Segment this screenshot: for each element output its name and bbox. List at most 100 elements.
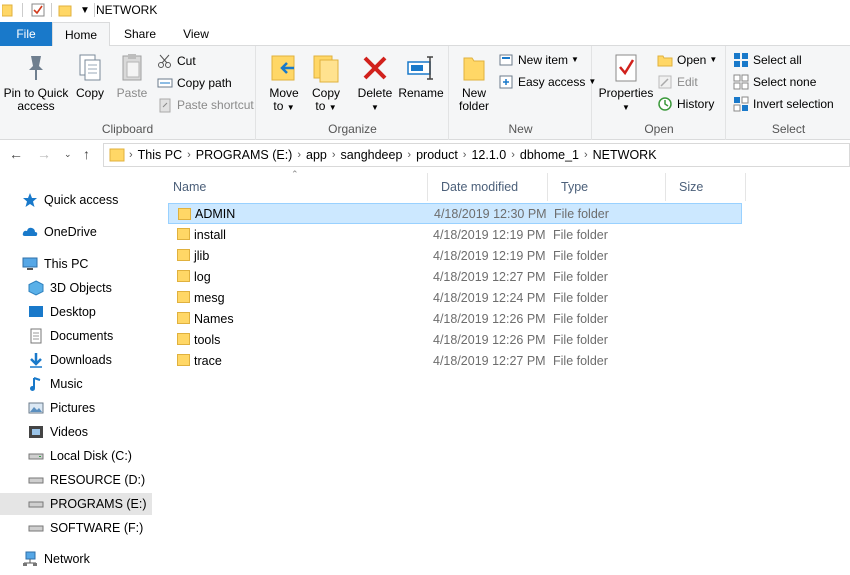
breadcrumb-separator-icon[interactable]: ›	[511, 149, 515, 161]
sidebar-item-onedrive[interactable]: OneDrive	[22, 221, 97, 243]
sidebar-item-music[interactable]: Music	[28, 373, 83, 395]
breadcrumb-separator-icon[interactable]: ›	[407, 149, 411, 161]
file-row[interactable]: trace 4/18/2019 12:27 PM File folder	[168, 350, 742, 371]
back-arrow-icon[interactable]: ←	[9, 146, 23, 162]
window-title: NETWORK	[96, 3, 158, 17]
new-folder-label-1: New	[461, 86, 486, 100]
edit-button[interactable]: Edit	[657, 72, 698, 92]
move-to-button[interactable]: Move to ▼	[265, 52, 303, 114]
copy-to-button[interactable]: Copy to ▼	[307, 52, 345, 114]
sidebar-item-local-disk-c[interactable]: Local Disk (C:)	[28, 445, 132, 467]
file-type: File folder	[553, 290, 608, 305]
forward-arrow-icon[interactable]: →	[37, 146, 51, 162]
breadcrumb-separator-icon[interactable]: ›	[187, 149, 191, 161]
column-header-size[interactable]: Size	[666, 173, 746, 201]
breadcrumb-product[interactable]: product	[416, 148, 458, 162]
breadcrumb-network[interactable]: NETWORK	[593, 148, 657, 162]
open-button[interactable]: Open ▼	[657, 50, 717, 70]
select-none-button[interactable]: Select none	[733, 72, 816, 92]
tab-view[interactable]: View	[168, 22, 224, 46]
file-name: tools	[194, 332, 221, 347]
download-arrow-icon	[30, 353, 42, 368]
breadcrumb-separator-icon[interactable]: ›	[129, 149, 133, 161]
file-row[interactable]: log 4/18/2019 12:27 PM File folder	[168, 266, 742, 287]
new-item-button[interactable]: New item ▼	[498, 50, 579, 70]
easy-access-button[interactable]: Easy access ▼	[498, 72, 596, 92]
delete-button[interactable]: Delete ▼	[355, 52, 395, 114]
sidebar-label: Desktop	[50, 305, 96, 319]
breadcrumb-version[interactable]: 12.1.0	[471, 148, 506, 162]
breadcrumb-dbhome[interactable]: dbhome_1	[520, 148, 579, 162]
cut-button[interactable]: Cut	[157, 51, 196, 71]
sidebar-item-downloads[interactable]: Downloads	[28, 349, 112, 371]
copy-path-button[interactable]: Copy path	[157, 73, 232, 93]
customize-toolbar-icon[interactable]: ▼	[80, 5, 90, 16]
select-group: Select all Select none Invert selection …	[727, 46, 850, 140]
sidebar-item-quick-access[interactable]: Quick access	[22, 189, 118, 211]
paste-button[interactable]: Paste	[112, 52, 152, 100]
sidebar-item-resource-d[interactable]: RESOURCE (D:)	[28, 469, 145, 491]
properties-icon[interactable]	[31, 3, 45, 17]
sidebar-item-desktop[interactable]: Desktop	[28, 301, 96, 323]
file-row[interactable]: install 4/18/2019 12:19 PM File folder	[168, 224, 742, 245]
select-all-button[interactable]: Select all	[733, 50, 802, 70]
paste-shortcut-label: Paste shortcut	[177, 98, 254, 112]
breadcrumb-app[interactable]: app	[306, 148, 327, 162]
breadcrumb-this-pc[interactable]: This PC	[138, 148, 182, 162]
copy-path-label: Copy path	[177, 76, 232, 90]
paste-shortcut-button[interactable]: Paste shortcut	[157, 95, 254, 115]
sidebar-label: Quick access	[44, 193, 119, 207]
breadcrumb-sanghdeep[interactable]: sanghdeep	[341, 148, 403, 162]
open-group-label: Open	[644, 122, 674, 136]
star-icon	[23, 193, 37, 207]
properties-button[interactable]: Properties ▼	[597, 52, 655, 114]
folder-icon	[177, 270, 190, 282]
edit-label: Edit	[677, 75, 698, 89]
file-row[interactable]: mesg 4/18/2019 12:24 PM File folder	[168, 287, 742, 308]
up-arrow-icon[interactable]: ↑	[83, 146, 90, 162]
organize-group: Move to ▼ Copy to ▼ Delete ▼ Rename Orga…	[257, 46, 449, 140]
sidebar-item-documents[interactable]: Documents	[28, 325, 113, 347]
rename-button[interactable]: Rename	[397, 52, 445, 100]
sidebar-item-3d-objects[interactable]: 3D Objects	[28, 277, 112, 299]
file-row[interactable]: ADMIN 4/18/2019 12:30 PM File folder	[168, 203, 742, 224]
breadcrumb-separator-icon[interactable]: ›	[297, 149, 301, 161]
sidebar-item-videos[interactable]: Videos	[28, 421, 88, 443]
column-header-name[interactable]: Name	[160, 173, 428, 201]
tab-home[interactable]: Home	[52, 22, 110, 47]
column-header-type[interactable]: Type	[548, 173, 666, 201]
new-folder-icon[interactable]	[58, 3, 72, 17]
navigation-pane: Quick access OneDrive This PC 3D Objects…	[0, 180, 155, 575]
file-row[interactable]: Names 4/18/2019 12:26 PM File folder	[168, 308, 742, 329]
pin-label-1: Pin to Quick	[3, 86, 69, 100]
folder-icon	[177, 312, 190, 324]
file-type: File folder	[554, 206, 609, 221]
music-note-icon	[30, 377, 41, 391]
pin-to-quick-access-button[interactable]: Pin to Quick access	[2, 52, 70, 113]
pin-icon	[29, 56, 43, 80]
sidebar-item-software-f[interactable]: SOFTWARE (F:)	[28, 517, 143, 539]
invert-selection-button[interactable]: Invert selection	[733, 94, 834, 114]
tab-share[interactable]: Share	[112, 22, 168, 46]
breadcrumb-separator-icon[interactable]: ›	[584, 149, 588, 161]
sidebar-item-pictures[interactable]: Pictures	[28, 397, 95, 419]
sidebar-item-network[interactable]: Network	[22, 548, 90, 570]
sidebar-label: Documents	[50, 329, 114, 343]
column-header-date-modified[interactable]: Date modified	[428, 173, 548, 201]
breadcrumb-programs[interactable]: PROGRAMS (E:)	[196, 148, 293, 162]
file-row[interactable]: tools 4/18/2019 12:26 PM File folder	[168, 329, 742, 350]
file-row[interactable]: jlib 4/18/2019 12:19 PM File folder	[168, 245, 742, 266]
sidebar-item-programs-e[interactable]: PROGRAMS (E:)	[0, 493, 152, 515]
sidebar-item-this-pc[interactable]: This PC	[22, 253, 88, 275]
tab-file[interactable]: File	[0, 22, 52, 46]
recent-locations-chevron-icon[interactable]: ⌄	[64, 149, 72, 160]
copy-button[interactable]: Copy	[72, 52, 108, 100]
new-folder-button[interactable]: New folder	[454, 52, 494, 113]
quick-access-toolbar: ▼	[2, 3, 99, 17]
folder-icon	[177, 354, 190, 366]
address-bar[interactable]: › This PC › PROGRAMS (E:) › app › sanghd…	[103, 143, 850, 167]
breadcrumb-separator-icon[interactable]: ›	[463, 149, 467, 161]
history-button[interactable]: History	[657, 94, 714, 114]
breadcrumb-separator-icon[interactable]: ›	[332, 149, 336, 161]
file-type: File folder	[553, 311, 608, 326]
